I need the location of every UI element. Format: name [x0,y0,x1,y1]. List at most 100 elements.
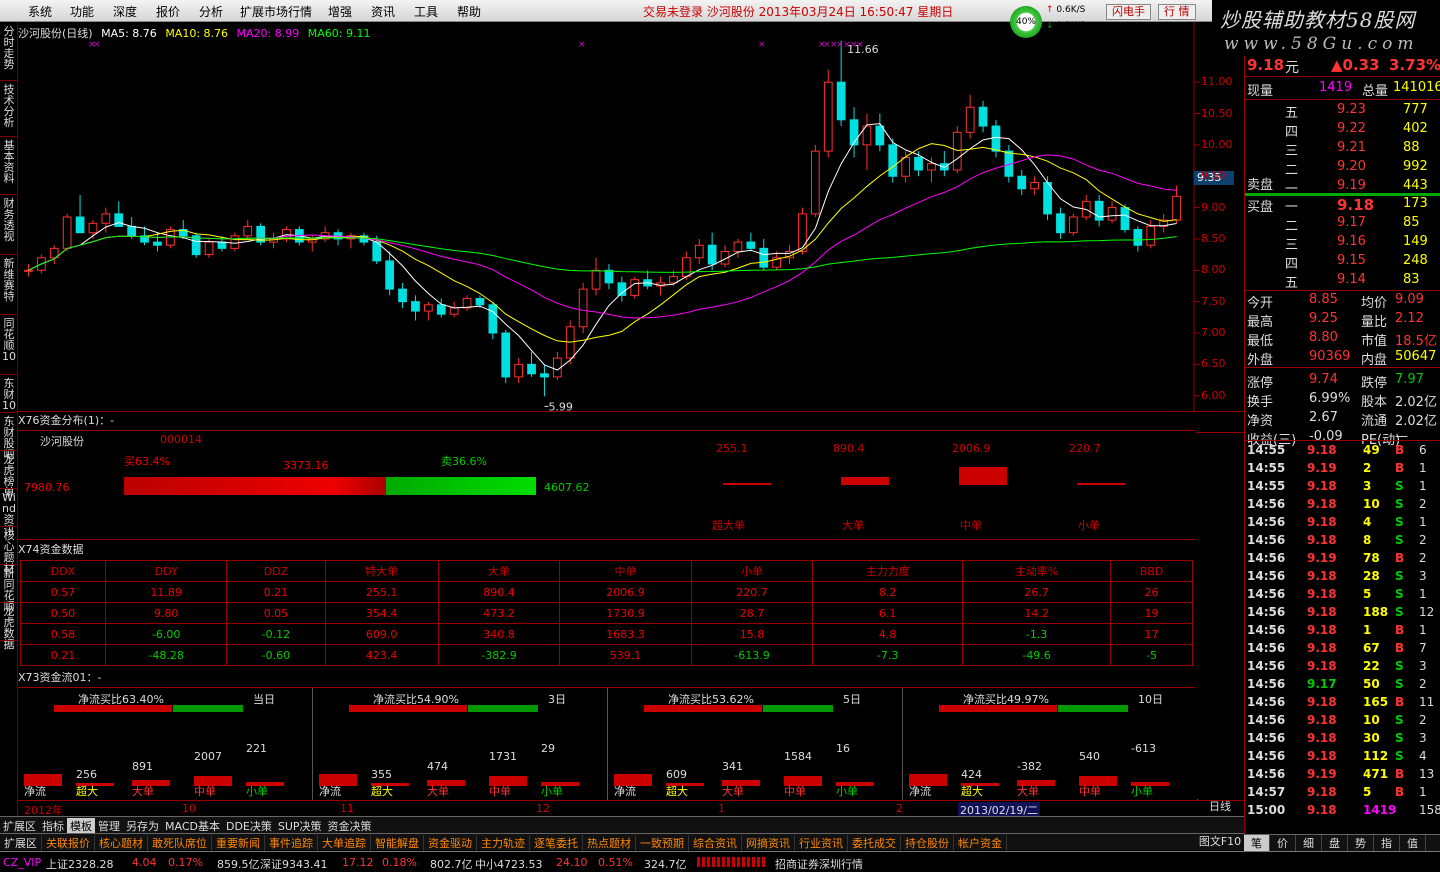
tick-side: S [1395,659,1404,673]
left-nav-item-3[interactable]: 财务透视 [1,198,17,242]
tick-price: 9.18 [1307,533,1337,547]
extension-tab-10[interactable]: 逐笔委托 [530,835,583,851]
account-name: CZ_VIP [3,856,42,869]
table-cell: 4.8 [812,623,964,645]
extension-tab-16[interactable]: 委托成交 [848,835,901,851]
menu-system[interactable]: 系统 [28,3,52,20]
signal-mark: × [758,40,766,50]
flow-value: 221 [246,742,267,755]
quote-tab-bar: 笔价细盘势指值筹 [1244,834,1440,867]
candle-body [1172,195,1181,221]
up-arrow-icon: ↑ [1046,5,1054,15]
stat-value: — [1395,429,1408,444]
extension-tab-12[interactable]: 一致预期 [636,835,689,851]
tick-side: S [1395,749,1404,763]
sz-index[interactable]: 深证9343.41 [260,856,328,872]
extension-tab-4[interactable]: 重要新闻 [212,835,265,851]
extension-tab-11[interactable]: 热点题材 [583,835,636,851]
sh-index[interactable]: 上证2328.28 [46,856,114,872]
extension-tab-15[interactable]: 行业资讯 [795,835,848,851]
extension-tab-17[interactable]: 持仓股份 [901,835,954,851]
indicator-tab-3[interactable]: 管理 [95,818,123,834]
indicator-tab-0[interactable]: 扩展区 [0,818,39,834]
tick-volume: 5 [1363,785,1372,799]
label-super-large: 超大单 [712,519,745,532]
tick-count: 2 [1419,533,1427,547]
menu-analysis[interactable]: 分析 [199,3,223,20]
extension-tab-9[interactable]: 主力轨迹 [477,835,530,851]
quote-button[interactable]: 行 情 [1158,4,1196,20]
candle-body [798,213,807,252]
menu-function[interactable]: 功能 [70,3,94,20]
extension-tab-0[interactable]: 扩展区 [0,835,42,851]
zx-index[interactable]: 中小4723.53 [475,856,543,872]
extension-tab-14[interactable]: 网摘资讯 [742,835,795,851]
ma-legend: 沙河股份(日线) MA5: 8.76 MA10: 8.76 MA20: 8.99… [18,25,375,41]
quote-tab-0[interactable]: 笔 [1244,835,1270,851]
logo-title: 炒股辅助教材58股网 [1220,8,1416,32]
quote-tab-2[interactable]: 细 [1296,835,1322,851]
buy-bar [124,477,386,495]
flash-trade-button[interactable]: 闪电手 [1106,4,1151,20]
extension-tab-8[interactable]: 资金驱动 [424,835,477,851]
menu-extended-market[interactable]: 扩展市场行情 [240,3,312,20]
f10-button[interactable]: 图文F10 [1196,833,1244,850]
stat-value: -0.09 [1309,429,1343,444]
indicator-tab-7[interactable]: SUP决策 [275,818,325,834]
left-nav-item-1[interactable]: 技术分析 [1,84,17,128]
menu-enhance[interactable]: 增强 [328,3,352,20]
candle-body [449,307,459,315]
extension-tab-1[interactable]: 关联报价 [42,835,95,851]
flow-buy-bar [54,705,172,712]
tick-count: 11 [1419,695,1435,709]
quote-tab-4[interactable]: 势 [1348,835,1374,851]
left-nav-item-4[interactable]: 新维赛特 [1,258,17,302]
candle-body [204,241,214,256]
indicator-tab-2[interactable]: 模板 [67,818,95,834]
flow-label: 超大 [666,785,688,798]
quote-tab-1[interactable]: 价 [1270,835,1296,851]
candle-body [62,216,72,249]
quote-tab-6[interactable]: 值 [1400,835,1426,851]
extension-tab-6[interactable]: 大单追踪 [318,835,371,851]
tick-time: 14:56 [1247,731,1286,745]
menu-info[interactable]: 资讯 [371,3,395,20]
candle-body [1120,207,1130,231]
left-nav-item-0[interactable]: 分时走势 [1,26,17,70]
menu-tools[interactable]: 工具 [414,3,438,20]
extension-tab-2[interactable]: 核心题材 [95,835,148,851]
indicator-tab-1[interactable]: 指标 [39,818,67,834]
left-nav-item-6[interactable]: 东财10 [1,378,17,411]
extension-tab-13[interactable]: 综合资讯 [689,835,742,851]
quote-tab-5[interactable]: 指 [1374,835,1400,851]
table-cell: 1730.9 [559,602,692,624]
candle-body [1030,182,1040,190]
extension-tab-3[interactable]: 敢死队席位 [148,835,212,851]
indicator-tab-8[interactable]: 资金决策 [325,818,375,834]
extension-tab-5[interactable]: 事件追踪 [265,835,318,851]
tick-time: 14:55 [1247,479,1286,493]
kline-chart[interactable]: 11.66 5.99 × × × × × × × × × × × 沙河股份(日线) MA5: 8.76 … [18,22,1244,412]
menu-quote[interactable]: 报价 [156,3,180,20]
candle-body [630,279,640,296]
tick-time: 14:56 [1247,659,1286,673]
left-nav-item-5[interactable]: 同花顺10 [1,318,17,362]
table-row: 0.50 9.80 0.05 354.4 473.2 1730.9 28.7 6.1 14.2 1… [20,602,1193,624]
left-nav-item-12[interactable]: 龙虎数据 [1,606,17,650]
tick-price: 9.18 [1307,479,1337,493]
ask-level: 三 [1285,144,1299,159]
menu-depth[interactable]: 深度 [113,3,137,20]
indicator-tab-5[interactable]: MACD基本 [162,818,223,834]
time-tick: 11 [340,802,354,815]
left-nav-item-2[interactable]: 基本资料 [1,140,17,184]
extension-tab-18[interactable]: 帐户资金 [954,835,1007,851]
chart-title: 沙河股份(日线) [18,27,93,40]
indicator-tab-4[interactable]: 另存为 [123,818,162,834]
daily-period-button[interactable]: 日线 [1196,799,1244,816]
extension-tab-7[interactable]: 智能解盘 [371,835,424,851]
status-bar: CZ_VIP 上证2328.28 4.04 0.17% 859.5亿 深证934… [0,851,1440,872]
quote-tab-3[interactable]: 盘 [1322,835,1348,851]
indicator-tab-6[interactable]: DDE决策 [223,818,275,834]
stat-value: 18.5亿 [1395,334,1437,349]
menu-help[interactable]: 帮助 [457,3,481,20]
